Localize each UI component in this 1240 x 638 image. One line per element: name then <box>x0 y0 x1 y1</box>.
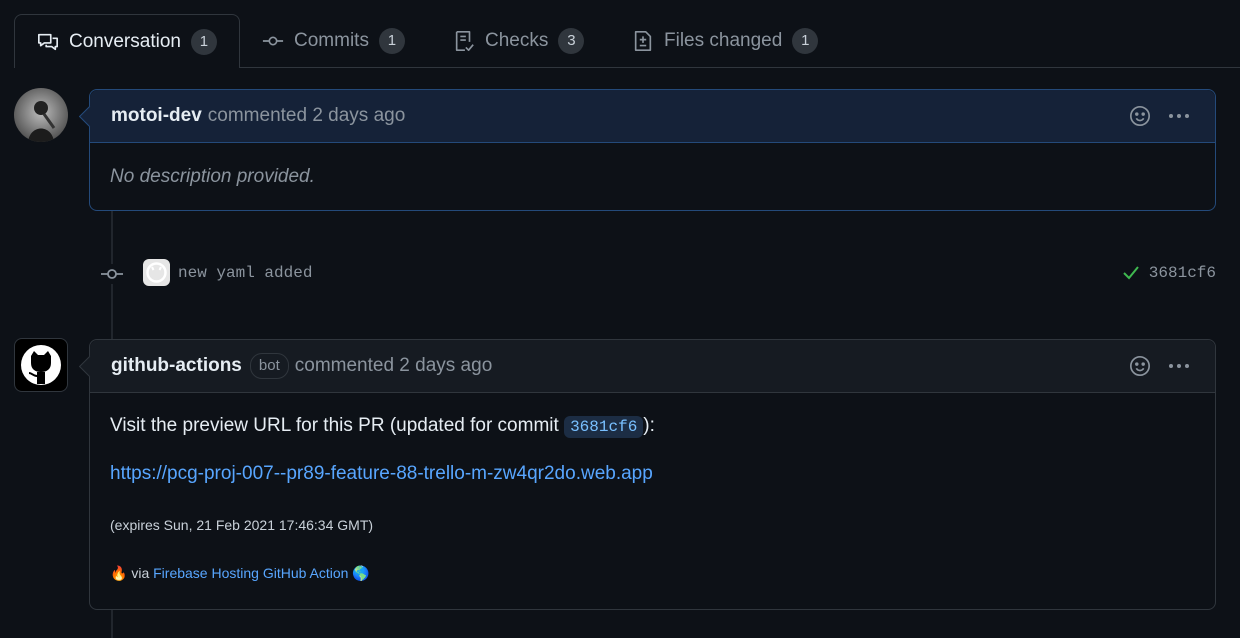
footer-via: via <box>131 565 150 581</box>
comment-header: github-actions bot commented 2 days ago <box>90 340 1215 393</box>
footer-line: 🔥 via Firebase Hosting GitHub Action 🌎 <box>110 565 1195 582</box>
kebab-horizontal-icon[interactable] <box>1167 355 1191 377</box>
comment-timestamp[interactable]: commented 2 days ago <box>208 105 406 127</box>
commit-sha-code[interactable]: 3681cf6 <box>564 416 644 438</box>
git-commit-icon <box>262 36 284 46</box>
comment-author[interactable]: github-actions <box>111 355 242 377</box>
avatar[interactable] <box>14 88 68 142</box>
intro-text: Visit the preview URL for this PR (updat… <box>110 415 559 436</box>
tab-counter: 1 <box>190 28 217 55</box>
commit-sha[interactable]: 3681cf6 <box>1149 264 1216 282</box>
commit-author-avatar[interactable] <box>143 259 170 286</box>
comment-body: No description provided. <box>90 143 1215 208</box>
smiley-icon[interactable] <box>1129 355 1151 377</box>
tab-files-changed[interactable]: Files changed 1 <box>632 15 819 67</box>
bot-badge: bot <box>249 353 289 379</box>
tab-counter: 1 <box>378 28 405 54</box>
tab-commits[interactable]: Commits 1 <box>262 15 405 67</box>
comment-header: motoi-dev commented 2 days ago <box>90 90 1215 143</box>
globe-emoji: 🌎 <box>352 565 370 581</box>
comment-box: github-actions bot commented 2 days ago … <box>78 339 1216 610</box>
tab-label: Checks <box>485 30 549 51</box>
kebab-horizontal-icon[interactable] <box>1167 105 1191 127</box>
comment-box: motoi-dev commented 2 days ago No descri… <box>78 89 1216 211</box>
smiley-icon[interactable] <box>1129 105 1151 127</box>
tab-conversation[interactable]: Conversation 1 <box>14 14 240 68</box>
comment-author[interactable]: motoi-dev <box>111 105 202 127</box>
intro-suffix: ): <box>643 415 655 436</box>
comment-body: Visit the preview URL for this PR (updat… <box>90 393 1215 602</box>
user-photo-icon <box>14 88 68 142</box>
preview-intro: Visit the preview URL for this PR (updat… <box>110 415 1195 438</box>
firebase-action-link[interactable]: Firebase Hosting GitHub Action <box>153 565 348 581</box>
comment-timestamp[interactable]: commented 2 days ago <box>295 355 493 377</box>
preview-url-link[interactable]: https://pcg-proj-007--pr89-feature-88-tr… <box>110 463 653 484</box>
empty-description: No description provided. <box>110 166 315 187</box>
pr-tabs: Conversation 1 Commits 1 Checks 3 Files … <box>0 0 1240 68</box>
file-diff-icon <box>634 31 652 51</box>
git-commit-icon <box>100 264 124 284</box>
tab-label: Commits <box>294 30 369 51</box>
timeline-commit: new yaml added 3681cf6 <box>100 258 1216 290</box>
fire-emoji: 🔥 <box>110 565 128 581</box>
checklist-icon <box>455 31 474 51</box>
expiry-text: (expires Sun, 21 Feb 2021 17:46:34 GMT) <box>110 517 374 533</box>
avatar[interactable] <box>14 338 68 392</box>
check-icon[interactable] <box>1121 264 1141 282</box>
tab-checks[interactable]: Checks 3 <box>453 15 585 67</box>
tab-label: Files changed <box>664 30 783 51</box>
tab-counter: 1 <box>792 28 819 54</box>
github-logo-icon <box>21 345 61 385</box>
comment-discussion-icon <box>38 33 58 50</box>
tab-counter: 3 <box>558 28 585 54</box>
github-mark-icon <box>146 262 167 283</box>
tab-label: Conversation <box>69 30 181 52</box>
commit-sha-group: 3681cf6 <box>1121 264 1216 282</box>
commit-message[interactable]: new yaml added <box>178 264 312 282</box>
